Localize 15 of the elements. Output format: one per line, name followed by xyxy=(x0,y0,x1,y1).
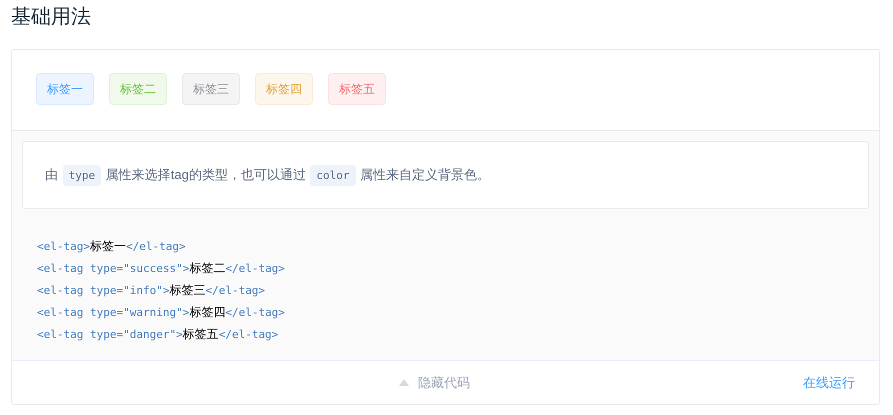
tag: 标签一 xyxy=(36,73,94,105)
description-text: 由 type 属性来选择tag的类型，也可以通过 color 属性来自定义背景色。 xyxy=(45,165,490,185)
code-line: <el-tag type="warning">标签四</el-tag> xyxy=(37,304,286,321)
code-line: <el-tag type="danger">标签五</el-tag> xyxy=(37,326,280,343)
hide-code-button[interactable]: 隐藏代码 xyxy=(399,372,470,392)
triangle-icon xyxy=(399,379,409,386)
tag: 标签四 xyxy=(255,73,313,105)
tag: 标签五 xyxy=(328,73,386,105)
run-online-link[interactable]: 在线运行 xyxy=(803,372,855,392)
code-line: <el-tag type="info">标签三</el-tag> xyxy=(37,282,266,299)
tag: 标签二 xyxy=(109,73,167,105)
tag: 标签三 xyxy=(182,73,240,105)
section-title: 基础用法 xyxy=(11,5,92,30)
code-line: <el-tag>标签一</el-tag> xyxy=(37,238,187,255)
code-line: <el-tag type="success">标签二</el-tag> xyxy=(37,260,286,277)
